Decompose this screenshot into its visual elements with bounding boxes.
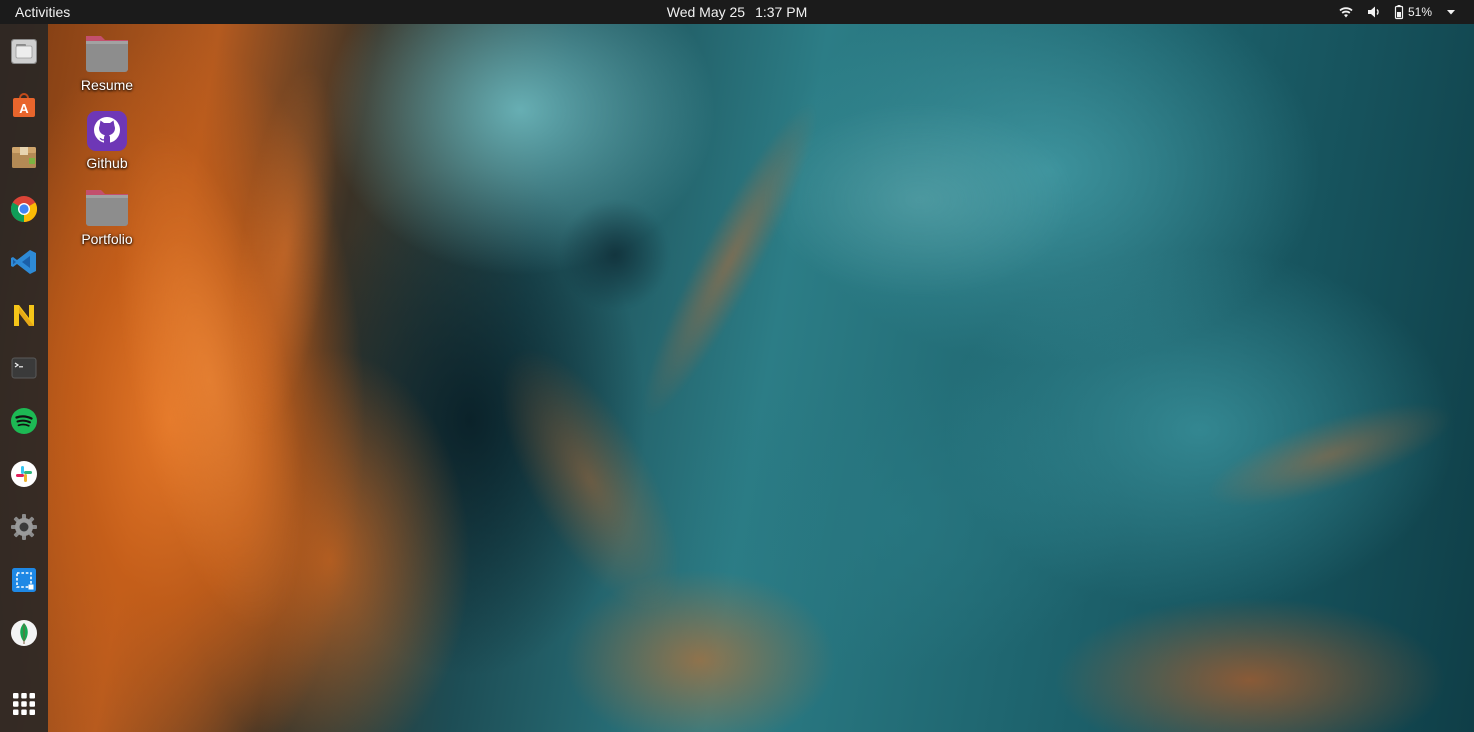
battery-icon[interactable] [1394,4,1404,20]
dock-terminal[interactable] [8,352,40,384]
vscode-icon [11,250,36,274]
dock-google-chrome[interactable] [8,193,40,225]
top-bar: Activities Wed May 25 1:37 PM 51% [0,0,1474,24]
volume-icon[interactable] [1366,4,1382,20]
screenshot-icon [12,568,36,592]
dock-screenshot[interactable] [8,564,40,596]
shopping-bag-icon: A [13,93,35,117]
leaf-icon [11,620,37,646]
clock-date[interactable]: Wed May 25 [667,4,745,20]
dock-files[interactable] [8,35,40,67]
folder-icon [84,184,130,230]
dock-joplin[interactable] [8,299,40,331]
gear-icon [11,514,37,540]
dock-spotify[interactable] [8,405,40,437]
clock-time[interactable]: 1:37 PM [755,4,807,20]
dock-mongodb-compass[interactable] [8,617,40,649]
chrome-icon [10,196,38,223]
desktop-icon-label: Portfolio [81,231,133,247]
folder-icon [84,30,130,76]
battery-percent[interactable]: 51% [1408,4,1432,20]
desktop-icon-label: Github [86,155,128,171]
desktop-icon-label: Resume [80,77,134,93]
desktop-wallpaper [0,0,1474,732]
activities-button[interactable]: Activities [15,4,70,20]
n-letter-icon [14,305,34,326]
svg-text:A: A [19,101,29,116]
dock: A [0,24,48,732]
wifi-icon[interactable] [1338,4,1354,20]
desktop-icon-resume[interactable]: Resume [62,30,152,94]
dock-show-applications[interactable] [8,688,40,720]
desktop-icon-portfolio[interactable]: Portfolio [62,184,152,248]
spotify-icon [11,408,37,434]
desktop-icon-github[interactable]: Github [62,108,152,172]
dock-slack[interactable] [8,458,40,490]
desktop-screen: Activities Wed May 25 1:37 PM 51% A Resu… [0,0,1474,732]
folder-icon [11,39,37,64]
app-grid-icon [13,693,35,715]
github-icon [84,108,130,154]
dock-archive-manager[interactable] [8,140,40,172]
dock-settings[interactable] [8,511,40,543]
slack-icon [11,461,37,487]
system-menu-caret-icon[interactable] [1446,4,1456,20]
terminal-icon [11,357,37,379]
clock-button[interactable]: Wed May 25 1:37 PM [0,4,1474,20]
dock-vscode[interactable] [8,246,40,278]
system-tray[interactable]: 51% [1326,3,1456,21]
package-icon [12,147,36,168]
dock-ubuntu-software[interactable]: A [8,88,40,120]
